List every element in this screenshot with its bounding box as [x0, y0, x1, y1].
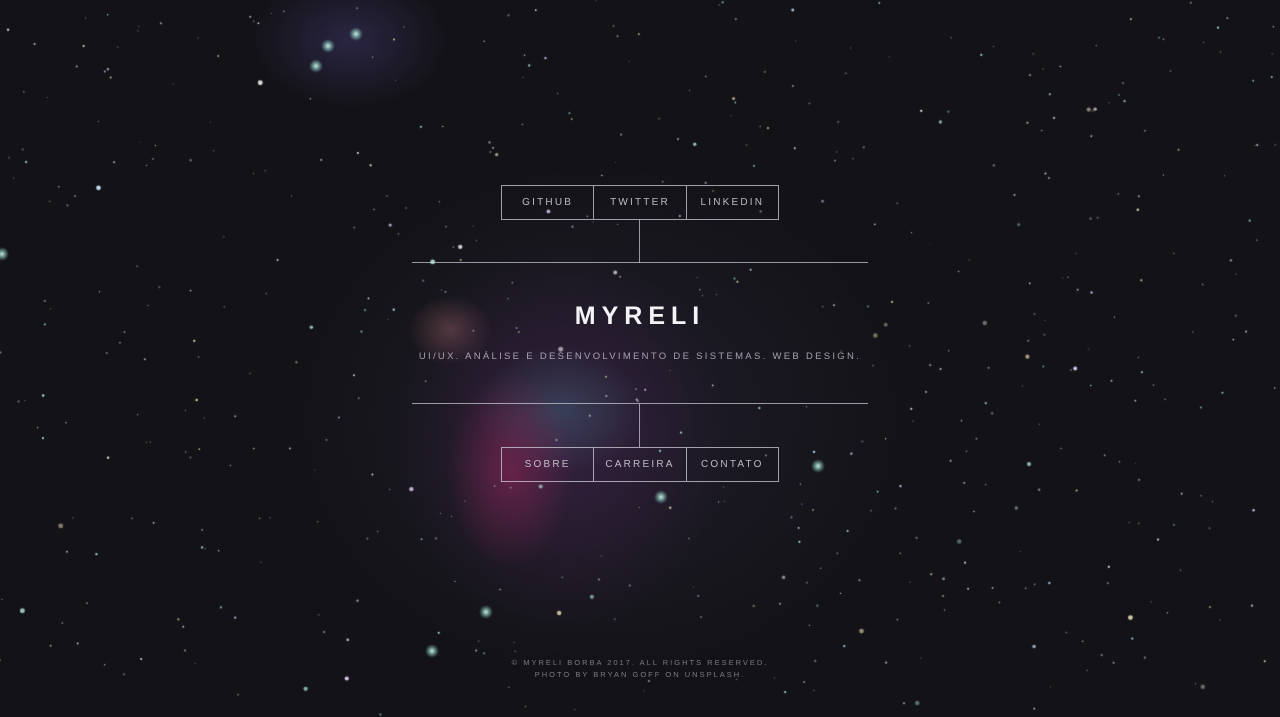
- background-photo: GITHUB TWITTER LINKEDIN MYRELI UI/UX. AN…: [0, 0, 1280, 717]
- carreira-link[interactable]: CARREIRA: [594, 448, 687, 481]
- github-link[interactable]: GITHUB: [502, 186, 595, 219]
- social-nav: GITHUB TWITTER LINKEDIN: [501, 185, 779, 220]
- twitter-link[interactable]: TWITTER: [594, 186, 687, 219]
- divider-line-top: [412, 262, 868, 263]
- connector-line-top: [639, 220, 640, 263]
- divider-line-bottom: [412, 403, 868, 404]
- section-nav: SOBRE CARREIRA CONTATO: [501, 447, 779, 482]
- contato-link[interactable]: CONTATO: [687, 448, 778, 481]
- site-title: MYRELI: [574, 302, 706, 330]
- linkedin-link[interactable]: LINKEDIN: [687, 186, 778, 219]
- photo-credit-text: PHOTO BY BRYAN GOFF ON UNSPLASH.: [534, 670, 746, 679]
- connector-line-bottom: [639, 404, 640, 447]
- sobre-link[interactable]: SOBRE: [502, 448, 595, 481]
- site-tagline: UI/UX. ANÁLISE E DESENVOLVIMENTO DE SIST…: [418, 351, 862, 362]
- copyright-text: © MYRELI BORBA 2017. ALL RIGHTS RESERVED…: [511, 658, 769, 667]
